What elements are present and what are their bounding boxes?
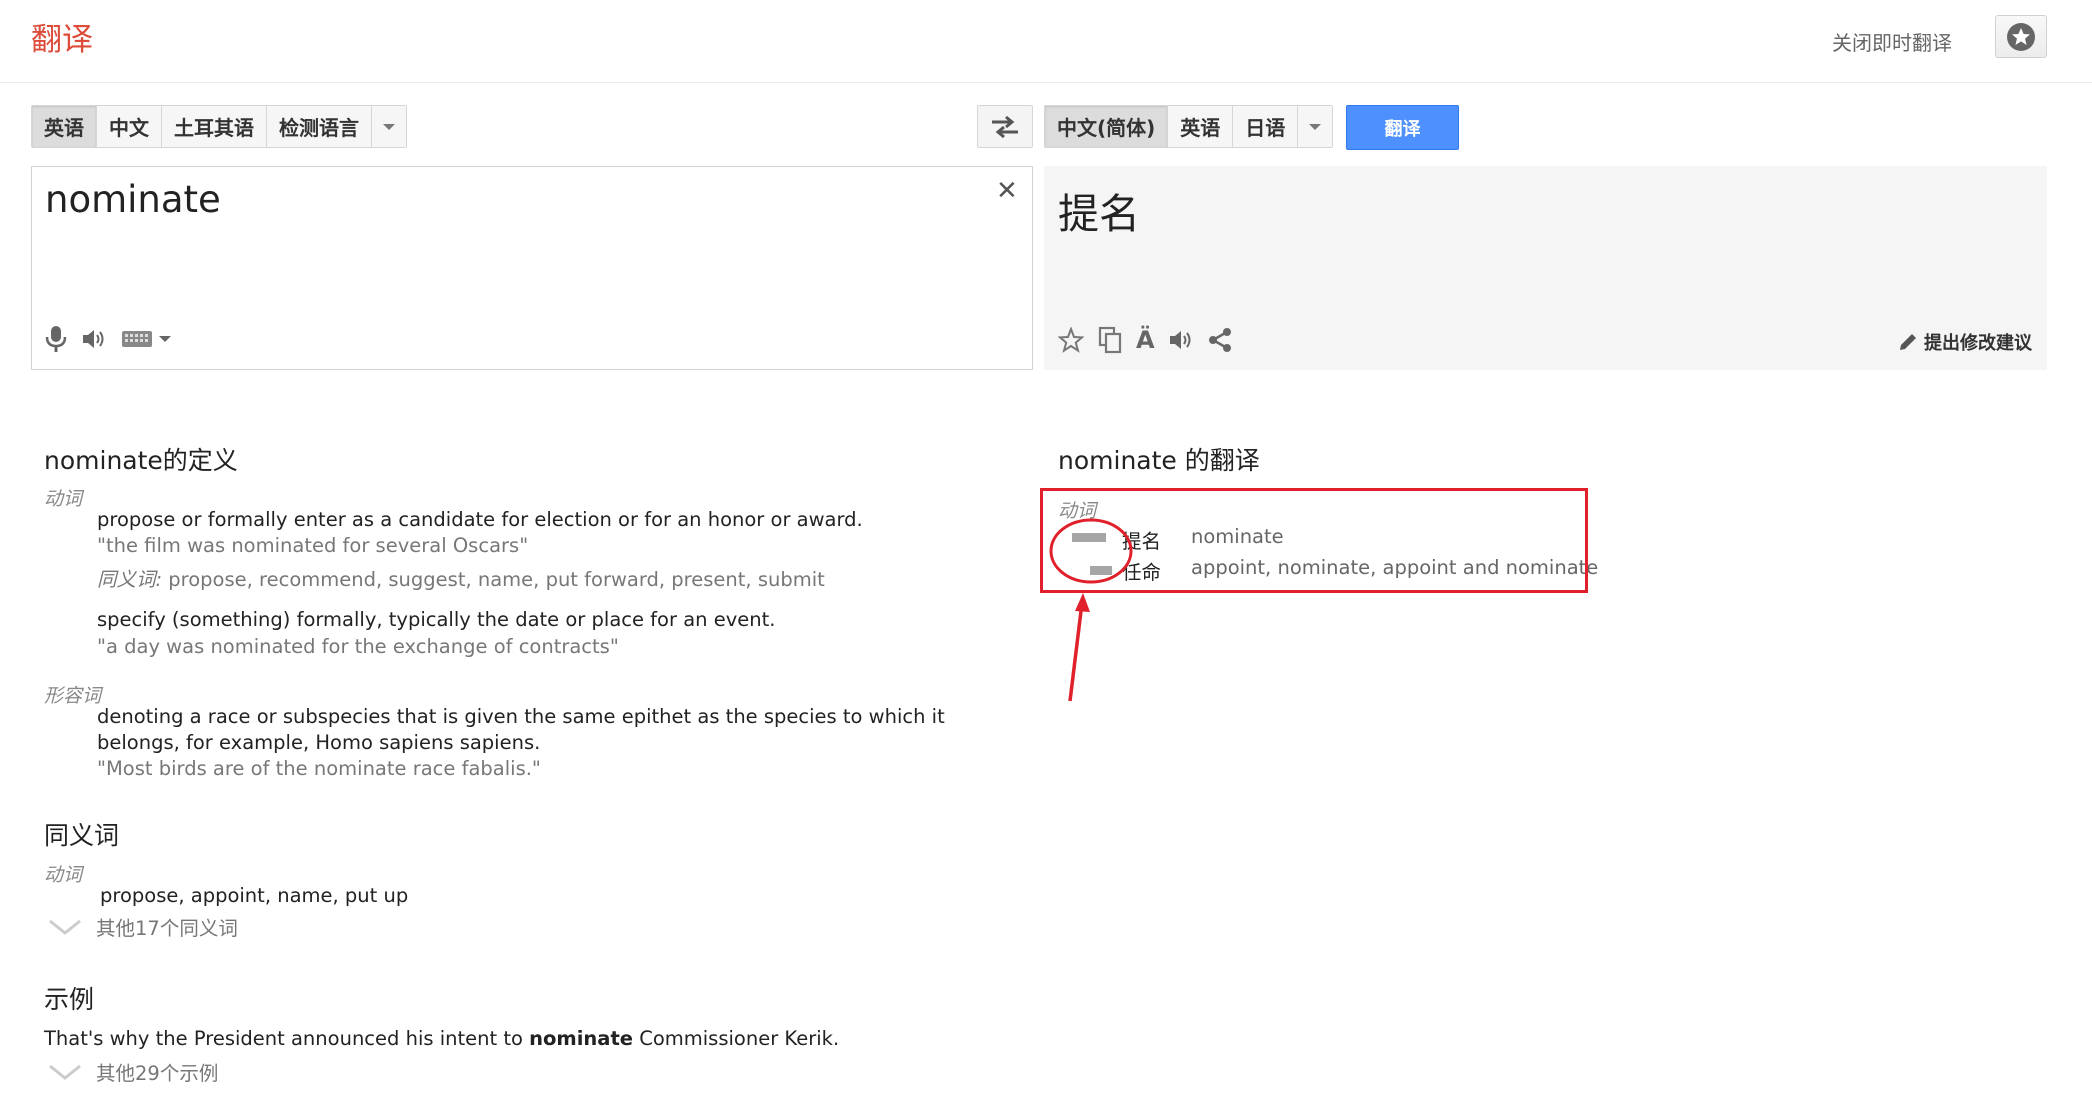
chevron-down-icon bbox=[48, 918, 82, 936]
source-lang-dropdown[interactable] bbox=[372, 106, 406, 147]
target-language-bar: 中文(简体) 英语 日语 bbox=[1044, 105, 1334, 148]
target-lang-english[interactable]: 英语 bbox=[1168, 106, 1234, 147]
speaker-icon[interactable] bbox=[1168, 328, 1194, 352]
phonetic-icon[interactable]: Ä bbox=[1136, 326, 1155, 354]
suggest-edit-button[interactable]: 提出修改建议 bbox=[1898, 329, 2032, 355]
source-text[interactable]: nominate bbox=[45, 178, 221, 221]
microphone-icon[interactable] bbox=[45, 325, 67, 353]
header-divider bbox=[0, 82, 2092, 83]
definitions-title: nominate的定义 bbox=[44, 446, 238, 475]
share-icon[interactable] bbox=[1207, 327, 1233, 353]
star-circle-icon bbox=[2006, 22, 2036, 52]
example-sentence: That's why the President announced his i… bbox=[44, 1026, 839, 1052]
definition-example: "a day was nominated for the exchange of… bbox=[97, 635, 619, 658]
result-toolbar: Ä bbox=[1058, 326, 1233, 354]
synonyms-list[interactable]: propose, appoint, name, put up bbox=[100, 883, 408, 909]
speaker-icon[interactable] bbox=[81, 327, 107, 351]
synonyms-inline-label: 同义词: bbox=[97, 568, 163, 591]
chevron-down-icon bbox=[1309, 123, 1322, 130]
source-lang-turkish[interactable]: 土耳其语 bbox=[162, 106, 267, 147]
star-icon[interactable] bbox=[1058, 327, 1084, 353]
swap-languages-button[interactable] bbox=[977, 105, 1033, 148]
target-lang-dropdown[interactable] bbox=[1298, 106, 1333, 147]
source-lang-english[interactable]: 英语 bbox=[32, 106, 97, 147]
definition-synonyms: 同义词: propose, recommend, suggest, name, … bbox=[97, 563, 825, 592]
target-lang-japanese[interactable]: 日语 bbox=[1233, 106, 1299, 147]
translate-button[interactable]: 翻译 bbox=[1346, 105, 1459, 150]
chevron-down-icon bbox=[48, 1063, 82, 1081]
example-sentence-start: That's why the President announced his i… bbox=[44, 1027, 530, 1050]
target-lang-chinese-simplified[interactable]: 中文(简体) bbox=[1045, 106, 1169, 147]
pencil-icon bbox=[1898, 332, 1918, 352]
more-synonyms-toggle[interactable]: 其他17个同义词 bbox=[48, 912, 238, 941]
synonyms-verb-label: 动词 bbox=[44, 864, 83, 886]
more-examples-toggle[interactable]: 其他29个示例 bbox=[48, 1057, 218, 1086]
examples-title: 示例 bbox=[44, 985, 95, 1014]
app-title: 翻译 bbox=[31, 22, 93, 58]
swap-arrows-icon bbox=[990, 115, 1020, 139]
source-lang-chinese[interactable]: 中文 bbox=[97, 106, 162, 147]
more-synonyms-label: 其他17个同义词 bbox=[96, 917, 238, 940]
example-sentence-end: Commissioner Kerik. bbox=[633, 1027, 840, 1050]
definition-example: "the film was nominated for several Osca… bbox=[97, 534, 529, 557]
definitions-adjective-label: 形容词 bbox=[44, 685, 102, 707]
source-lang-detect[interactable]: 检测语言 bbox=[267, 106, 372, 147]
example-sentence-keyword: nominate bbox=[529, 1027, 634, 1050]
definition-text: denoting a race or subspecies that is gi… bbox=[97, 705, 945, 754]
synonyms-title: 同义词 bbox=[44, 821, 120, 850]
keyboard-icon[interactable] bbox=[121, 329, 171, 349]
synonyms-inline-list[interactable]: propose, recommend, suggest, name, put f… bbox=[162, 568, 825, 591]
chevron-down-icon bbox=[159, 336, 171, 342]
result-text: 提名 bbox=[1058, 190, 1140, 238]
clear-text-button[interactable]: ✕ bbox=[996, 176, 1018, 206]
definitions-verb-label: 动词 bbox=[44, 488, 83, 510]
instant-translate-toggle[interactable]: 关闭即时翻译 bbox=[1832, 27, 1952, 56]
suggest-edit-label: 提出修改建议 bbox=[1924, 333, 2032, 354]
more-examples-label: 其他29个示例 bbox=[96, 1062, 219, 1085]
copy-icon[interactable] bbox=[1097, 326, 1123, 354]
source-toolbar bbox=[45, 325, 171, 353]
definition-text: specify (something) formally, typically … bbox=[97, 608, 776, 631]
chevron-down-icon bbox=[383, 123, 395, 130]
definition-example: "Most birds are of the nominate race fab… bbox=[97, 757, 541, 780]
source-language-bar: 英语 中文 土耳其语 检测语言 bbox=[31, 105, 407, 148]
annotation-circle-arrow bbox=[1049, 518, 1133, 702]
definition-text: propose or formally enter as a candidate… bbox=[97, 508, 863, 531]
starred-phrasebook-button[interactable] bbox=[1995, 15, 2047, 58]
translations-title: nominate 的翻译 bbox=[1058, 446, 1260, 475]
